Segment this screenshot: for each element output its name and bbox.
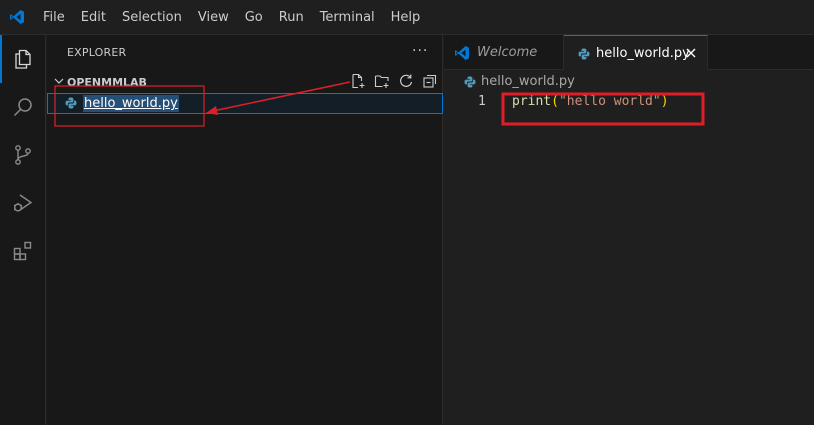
breadcrumb-file[interactable]: hello_world.py (481, 74, 575, 89)
explorer-icon[interactable] (0, 35, 46, 83)
run-debug-icon[interactable] (0, 179, 46, 227)
folder-actions (349, 71, 439, 91)
code-function: print (512, 94, 552, 109)
menu-run[interactable]: Run (271, 0, 312, 35)
menu-bar: File Edit Selection View Go Run Terminal… (35, 0, 428, 35)
tab-hello-world-label: hello_world.py (596, 46, 690, 61)
close-icon[interactable] (683, 45, 699, 61)
code-string: "hello world" (558, 94, 661, 109)
menu-edit[interactable]: Edit (73, 0, 114, 35)
vscode-logo-icon (454, 45, 470, 61)
folder-name: OPENMMLAB (67, 76, 147, 89)
code-line[interactable]: print("hello world") (512, 94, 669, 109)
python-file-icon (578, 48, 590, 60)
code-paren-close: ) (660, 94, 669, 109)
menu-file[interactable]: File (35, 0, 73, 35)
new-file-icon[interactable] (349, 71, 367, 91)
file-row[interactable]: hello_world.py (47, 93, 443, 114)
chevron-down-icon[interactable] (52, 74, 66, 92)
activity-bar (0, 35, 46, 425)
line-number: 1 (478, 94, 486, 109)
tab-hello-world[interactable]: hello_world.py (564, 35, 708, 71)
python-file-icon (65, 97, 77, 113)
menu-go[interactable]: Go (237, 0, 271, 35)
menu-terminal[interactable]: Terminal (312, 0, 383, 35)
vscode-logo-icon (1, 0, 33, 35)
menu-selection[interactable]: Selection (114, 0, 190, 35)
explorer-sidebar: EXPLORER ··· OPENMMLAB hello_world.py (47, 35, 443, 425)
python-file-icon (464, 76, 476, 88)
more-actions-icon[interactable]: ··· (412, 43, 428, 59)
menu-help[interactable]: Help (383, 0, 429, 35)
tab-welcome[interactable]: Welcome (444, 35, 564, 70)
code-editor[interactable]: hello_world.py 1 print("hello world") (444, 70, 814, 425)
tab-welcome-label: Welcome (477, 45, 538, 60)
search-icon[interactable] (0, 83, 46, 131)
title-bar: File Edit Selection View Go Run Terminal… (0, 0, 814, 35)
extensions-icon[interactable] (0, 227, 46, 275)
collapse-all-icon[interactable] (421, 71, 439, 91)
breadcrumb: hello_world.py (464, 74, 575, 89)
new-folder-icon[interactable] (373, 71, 391, 91)
editor-tab-bar: Welcome hello_world.py (444, 35, 814, 71)
explorer-title: EXPLORER (67, 46, 127, 59)
file-name-input[interactable]: hello_world.py (83, 95, 179, 112)
menu-view[interactable]: View (190, 0, 237, 35)
code-paren-open: ( (551, 94, 559, 109)
refresh-icon[interactable] (397, 71, 415, 91)
source-control-icon[interactable] (0, 131, 46, 179)
